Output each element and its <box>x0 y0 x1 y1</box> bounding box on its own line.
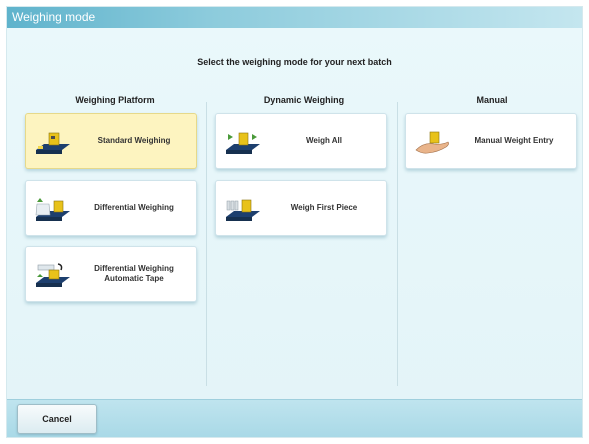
weigh-all-button[interactable]: Weigh All <box>215 113 387 169</box>
differential-weighing-automatic-tape-button[interactable]: Differential Weighing Automatic Tape <box>25 246 197 302</box>
scale-platform-icon <box>36 132 70 154</box>
column-divider <box>206 102 207 386</box>
conveyor-first-piece-icon <box>226 199 260 221</box>
tile-label: Manual Weight Entry <box>474 136 554 145</box>
tape-dispenser-scale-icon <box>36 263 70 287</box>
tile-label: Differential Weighing Automatic Tape <box>94 264 174 283</box>
tile-label: Weigh All <box>306 136 342 145</box>
stack-on-scale-icon <box>35 198 70 221</box>
manual-weight-entry-button[interactable]: Manual Weight Entry <box>405 113 577 169</box>
footer-bar: Cancel <box>7 399 582 437</box>
weigh-first-piece-button[interactable]: Weigh First Piece <box>215 180 387 236</box>
column-header-dynamic-weighing: Dynamic Weighing <box>263 95 345 105</box>
conveyor-weigh-all-icon <box>226 132 260 154</box>
weighing-mode-screen: Weighing mode Select the weighing mode f… <box>6 6 583 438</box>
window-title: Weighing mode <box>7 7 582 28</box>
tile-label: Standard Weighing <box>97 136 171 145</box>
instruction-text: Select the weighing mode for your next b… <box>197 57 392 67</box>
standard-weighing-button[interactable]: Standard Weighing <box>25 113 197 169</box>
hand-weight-icon <box>415 131 449 154</box>
tile-label: Differential Weighing <box>94 203 174 212</box>
tile-label: Weigh First Piece <box>290 203 358 212</box>
cancel-button[interactable]: Cancel <box>17 404 97 434</box>
differential-weighing-button[interactable]: Differential Weighing <box>25 180 197 236</box>
column-header-manual: Manual <box>476 95 508 105</box>
column-header-weighing-platform: Weighing Platform <box>75 95 155 105</box>
column-divider <box>397 102 398 386</box>
